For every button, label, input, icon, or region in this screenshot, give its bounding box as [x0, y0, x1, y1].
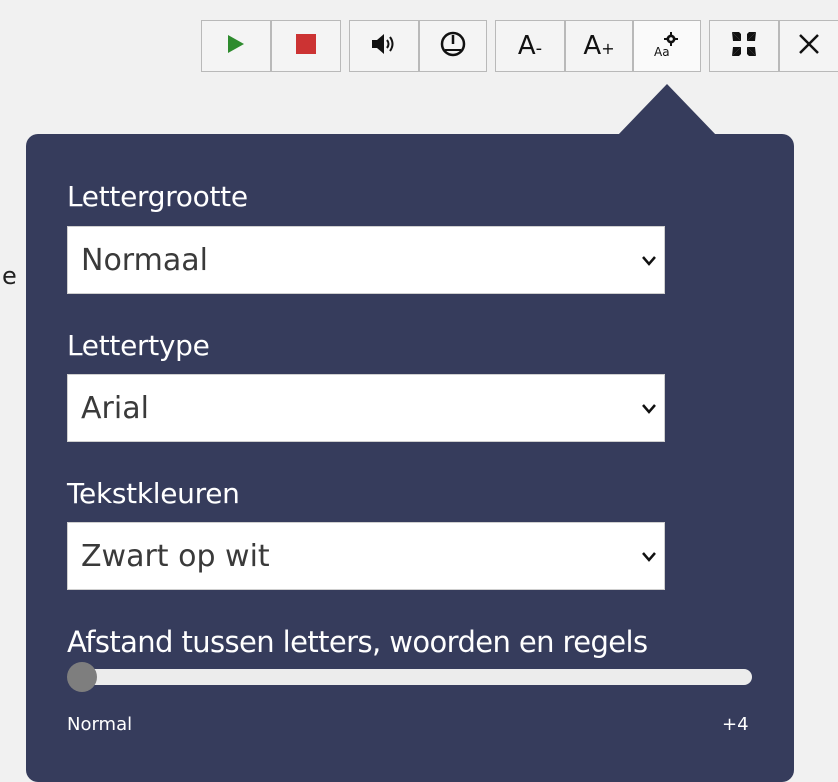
text-color-label: Tekstkleuren — [67, 477, 240, 510]
close-button[interactable] — [779, 20, 838, 72]
decrease-font-button[interactable]: A- — [495, 20, 565, 72]
gauge-icon — [439, 30, 467, 62]
stop-button[interactable] — [271, 20, 341, 72]
close-icon — [798, 33, 820, 59]
font-family-label: Lettertype — [67, 329, 210, 362]
volume-button[interactable] — [349, 20, 419, 72]
spacing-min-label: Normal — [67, 714, 133, 735]
collapse-button[interactable] — [709, 20, 779, 72]
increase-font-label: A+ — [583, 31, 615, 61]
text-settings-icon: Aa — [652, 31, 682, 61]
decrease-font-label: A- — [517, 31, 543, 61]
chevron-down-icon — [642, 399, 656, 418]
speed-button[interactable] — [419, 20, 487, 72]
chevron-down-icon — [642, 251, 656, 270]
play-icon — [227, 34, 245, 58]
chevron-down-icon — [642, 547, 656, 566]
reader-toolbar: A- A+ Aa — [0, 20, 838, 74]
collapse-icon — [731, 31, 757, 61]
stop-icon — [296, 34, 316, 58]
spacing-slider-thumb[interactable] — [67, 662, 97, 692]
speaker-icon — [371, 32, 397, 60]
font-size-select[interactable]: Normaal — [67, 226, 665, 294]
popover-arrow — [617, 84, 717, 136]
spacing-slider-track[interactable] — [70, 669, 752, 685]
increase-font-button[interactable]: A+ — [565, 20, 633, 72]
font-family-value: Arial — [81, 390, 149, 426]
font-size-label: Lettergrootte — [67, 180, 248, 213]
spacing-max-label: +4 — [722, 714, 749, 735]
font-size-value: Normaal — [81, 242, 208, 278]
background-text: e — [2, 262, 17, 290]
text-settings-button[interactable]: Aa — [633, 20, 701, 72]
font-family-select[interactable]: Arial — [67, 374, 665, 442]
spacing-label: Afstand tussen letters, woorden en regel… — [67, 625, 648, 659]
text-settings-label: Aa — [654, 45, 670, 59]
text-color-select[interactable]: Zwart op wit — [67, 522, 665, 590]
text-color-value: Zwart op wit — [81, 538, 270, 574]
play-button[interactable] — [201, 20, 271, 72]
